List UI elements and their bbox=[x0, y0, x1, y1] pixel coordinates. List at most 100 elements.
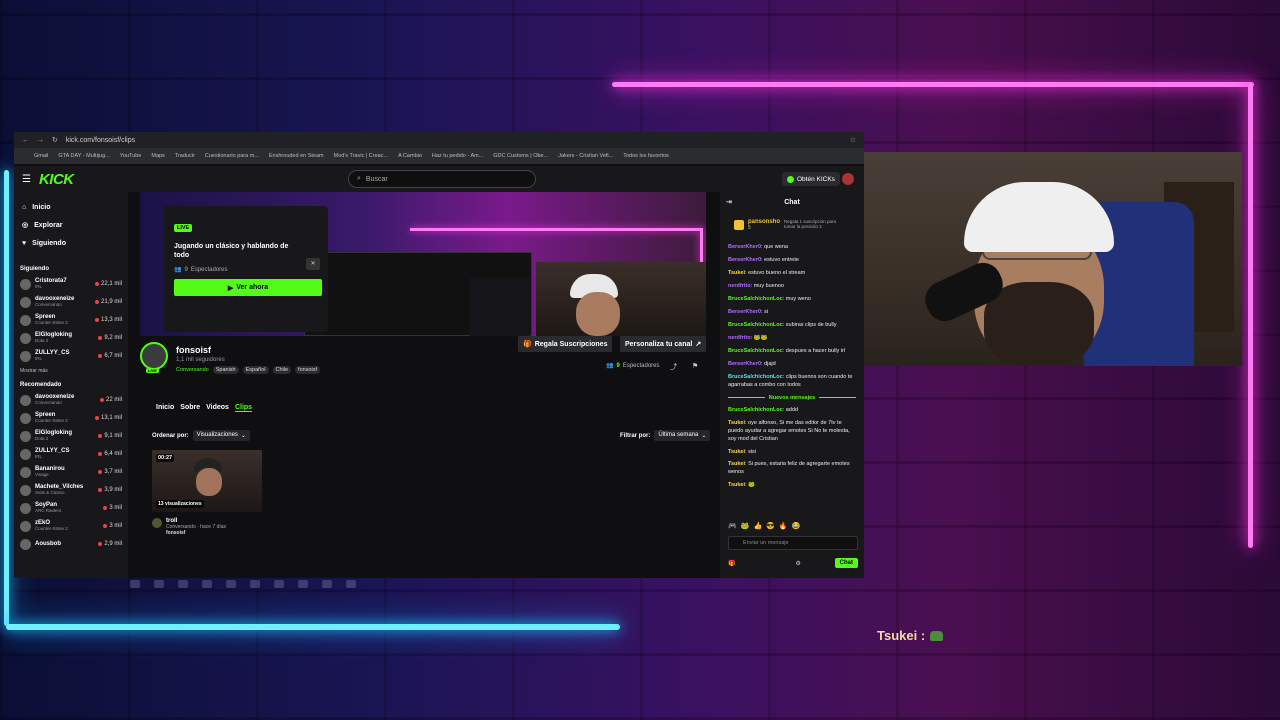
search-input[interactable]: ⌕ Buscar bbox=[348, 170, 536, 188]
sidebar-channel[interactable]: ElGlogloking Dota 2 9,1 mil bbox=[20, 427, 122, 445]
sidebar-channel[interactable]: davooxeneize Conversando 22 mil bbox=[20, 391, 122, 409]
gift-subs-button[interactable]: 🎁 Regala Suscripciones bbox=[518, 336, 613, 352]
sidebar-channel[interactable]: ZULLYY_CS IRL 6,7 mil bbox=[20, 347, 122, 365]
address-bar[interactable]: ← → ↻ kick.com/fonsoisf/clips ☆ bbox=[14, 132, 864, 148]
channel-tag[interactable]: Español bbox=[242, 366, 269, 374]
bookmark-item[interactable]: GDC Customs | Obe... bbox=[493, 153, 548, 159]
bookmark-item[interactable]: Gmail bbox=[34, 153, 48, 159]
sort-dropdown[interactable]: Visualizaciones ⌄ bbox=[192, 430, 250, 441]
bookmark-item[interactable]: Haz tu pedido - Am... bbox=[432, 153, 483, 159]
channel-name: Machete_Vilches bbox=[35, 484, 84, 491]
hamburger-menu-icon[interactable]: ☰ bbox=[22, 174, 31, 185]
clip-card[interactable]: 00:27 13 visualizaciones troll Conversan… bbox=[152, 450, 262, 536]
tab-inicio[interactable]: Inicio bbox=[156, 404, 174, 412]
clip-author-avatar[interactable] bbox=[152, 518, 162, 528]
bookmark-item[interactable]: Traducir bbox=[175, 153, 195, 159]
clip-thumbnail[interactable]: 00:27 13 visualizaciones bbox=[152, 450, 262, 512]
url-text[interactable]: kick.com/fonsoisf/clips bbox=[66, 137, 842, 144]
nav-siguiendo[interactable]: ♥ Siguiendo bbox=[20, 234, 122, 252]
chat-username[interactable]: BruceSalchichonLoc bbox=[728, 322, 783, 328]
emote-icon[interactable]: 👍 bbox=[753, 522, 762, 530]
sidebar-channel[interactable]: ZULLYY_CS IRL 6,4 mil bbox=[20, 445, 122, 463]
bookmark-item[interactable]: YouTube bbox=[120, 153, 142, 159]
emote-icon[interactable]: 😎 bbox=[766, 522, 775, 530]
sidebar-channel[interactable]: zEkO Counter-Strike 2 3 mil bbox=[20, 517, 122, 535]
emote-icon[interactable]: 🎮 bbox=[728, 522, 737, 530]
neon-light-pink-right bbox=[1248, 84, 1253, 548]
emote-icon[interactable]: 🔥 bbox=[779, 522, 788, 530]
emote-icon[interactable]: 😂 bbox=[792, 522, 801, 530]
channel-tag[interactable]: fonsoisf bbox=[295, 366, 321, 374]
bookmark-item[interactable]: Enshrouded en Steam bbox=[269, 153, 324, 159]
sidebar-channel[interactable]: Spreen Counter-Strike 2 13,3 mil bbox=[20, 311, 122, 329]
chat-username[interactable]: BruceSalchichonLoc bbox=[728, 296, 783, 302]
chat-username[interactable]: BruceSalchichonLoc bbox=[728, 374, 783, 380]
bookmark-item[interactable]: Mod's Travic | Creac... bbox=[334, 153, 388, 159]
reload-icon[interactable]: ↻ bbox=[52, 136, 58, 144]
sidebar-channel[interactable]: Bananirou Visage 3,7 mil bbox=[20, 463, 122, 481]
nav-inicio[interactable]: ⌂ Inicio bbox=[20, 198, 122, 216]
sidebar-channel[interactable]: Aousbob 2,9 mil bbox=[20, 535, 122, 553]
clip-author[interactable]: fonsoisf bbox=[166, 530, 226, 536]
channel-tag[interactable]: Chile bbox=[272, 366, 292, 374]
chat-input[interactable]: Enviar un mensaje bbox=[728, 536, 858, 550]
chat-username[interactable]: Tsukei bbox=[728, 449, 745, 455]
channel-category[interactable]: Conversando bbox=[176, 367, 209, 373]
kick-logo[interactable]: KICK bbox=[39, 171, 74, 188]
bookmark-item[interactable]: Maps bbox=[151, 153, 164, 159]
stream-preview[interactable]: LIVE Jugando un clásico y hablando de to… bbox=[140, 192, 706, 336]
sidebar-channel[interactable]: SoyPan ARC Raiders 3 mil bbox=[20, 499, 122, 517]
chat-username[interactable]: BerserKher0 bbox=[728, 361, 761, 367]
chevron-down-icon: ⌄ bbox=[701, 433, 707, 439]
bookmark-item[interactable]: A Cambio bbox=[398, 153, 422, 159]
sidebar-channel[interactable]: ElGlogloking Dota 2 9,2 mil bbox=[20, 329, 122, 347]
forward-icon[interactable]: → bbox=[37, 137, 44, 144]
bookmark-item[interactable]: GTA DAY - Multijug... bbox=[58, 153, 109, 159]
chat-username[interactable]: BruceSalchichonLoc bbox=[728, 348, 783, 354]
show-more-link[interactable]: Mostrar más bbox=[20, 368, 122, 374]
watch-now-button[interactable]: ▶ Ver ahora bbox=[174, 279, 322, 297]
gift-prompt[interactable]: Regala 1 suscripción para tomar la posic… bbox=[784, 219, 840, 230]
send-chat-button[interactable]: Chat bbox=[834, 558, 858, 568]
bookmark-item[interactable]: Todos los favoritos bbox=[623, 153, 669, 159]
personalize-button[interactable]: Personaliza tu canal ↗ bbox=[620, 336, 707, 352]
chat-username[interactable]: BruceSalchichonLoc bbox=[728, 407, 783, 413]
chat-username[interactable]: Tsukei bbox=[728, 420, 745, 426]
nav-explorar[interactable]: ◎ Explorar bbox=[20, 216, 122, 234]
tab-clips[interactable]: Clips bbox=[234, 404, 253, 412]
chat-username[interactable]: BerserKher0 bbox=[728, 309, 761, 315]
chat-username[interactable]: nerdfrito bbox=[728, 283, 751, 289]
chat-username[interactable]: Tsukei bbox=[728, 461, 745, 467]
channel-avatar[interactable]: LIVE bbox=[140, 342, 168, 373]
new-messages-divider[interactable]: Nuevos mensajes bbox=[728, 395, 856, 401]
mute-icon[interactable]: ✕ bbox=[306, 258, 320, 270]
bookmark-item[interactable]: Jakers - Cristian Vefi... bbox=[558, 153, 613, 159]
collapse-chat-icon[interactable]: ⇥ bbox=[726, 198, 732, 206]
sidebar-channel[interactable]: Machete_Vilches Slots & Casino 3,9 mil bbox=[20, 481, 122, 499]
top-gifter[interactable]: pansonsho bbox=[748, 219, 780, 225]
sidebar-channel[interactable]: Spreen Counter-Strike 2 13,1 mil bbox=[20, 409, 122, 427]
filter-label: Filtrar por: bbox=[620, 432, 651, 439]
channel-tag[interactable]: Spanish bbox=[212, 366, 239, 374]
user-avatar[interactable] bbox=[842, 173, 854, 185]
chat-username[interactable]: BerserKher0 bbox=[728, 257, 761, 263]
chat-username[interactable]: Tsukei bbox=[728, 482, 745, 488]
tab-sobre[interactable]: Sobre bbox=[180, 404, 200, 412]
emote-icon[interactable]: 🐸 bbox=[741, 522, 750, 530]
chat-username[interactable]: Tsukei bbox=[728, 270, 745, 276]
back-icon[interactable]: ← bbox=[22, 137, 29, 144]
chat-username[interactable]: nerdfrito bbox=[728, 335, 751, 341]
tab-videos[interactable]: Videos bbox=[206, 404, 229, 412]
sidebar-channel[interactable]: Cristorata7 IRL 22,1 mil bbox=[20, 275, 122, 293]
chat-username[interactable]: BerserKher0 bbox=[728, 244, 761, 250]
star-icon[interactable]: ☆ bbox=[850, 136, 856, 144]
sidebar-channel[interactable]: davooxeneize Conversando 21,9 mil bbox=[20, 293, 122, 311]
report-icon[interactable]: ⚑ bbox=[692, 362, 698, 370]
channel-name[interactable]: fonsoisf bbox=[176, 345, 211, 355]
get-kicks-button[interactable]: Obtén KICKs bbox=[782, 172, 840, 186]
gift-icon[interactable]: 🎁 bbox=[728, 560, 735, 567]
bookmark-item[interactable]: Cuestionario para m... bbox=[205, 153, 259, 159]
settings-icon[interactable]: ⚙ bbox=[795, 560, 800, 567]
filter-dropdown[interactable]: Última semana ⌄ bbox=[654, 430, 711, 441]
share-icon[interactable]: ⤴ bbox=[670, 362, 677, 372]
